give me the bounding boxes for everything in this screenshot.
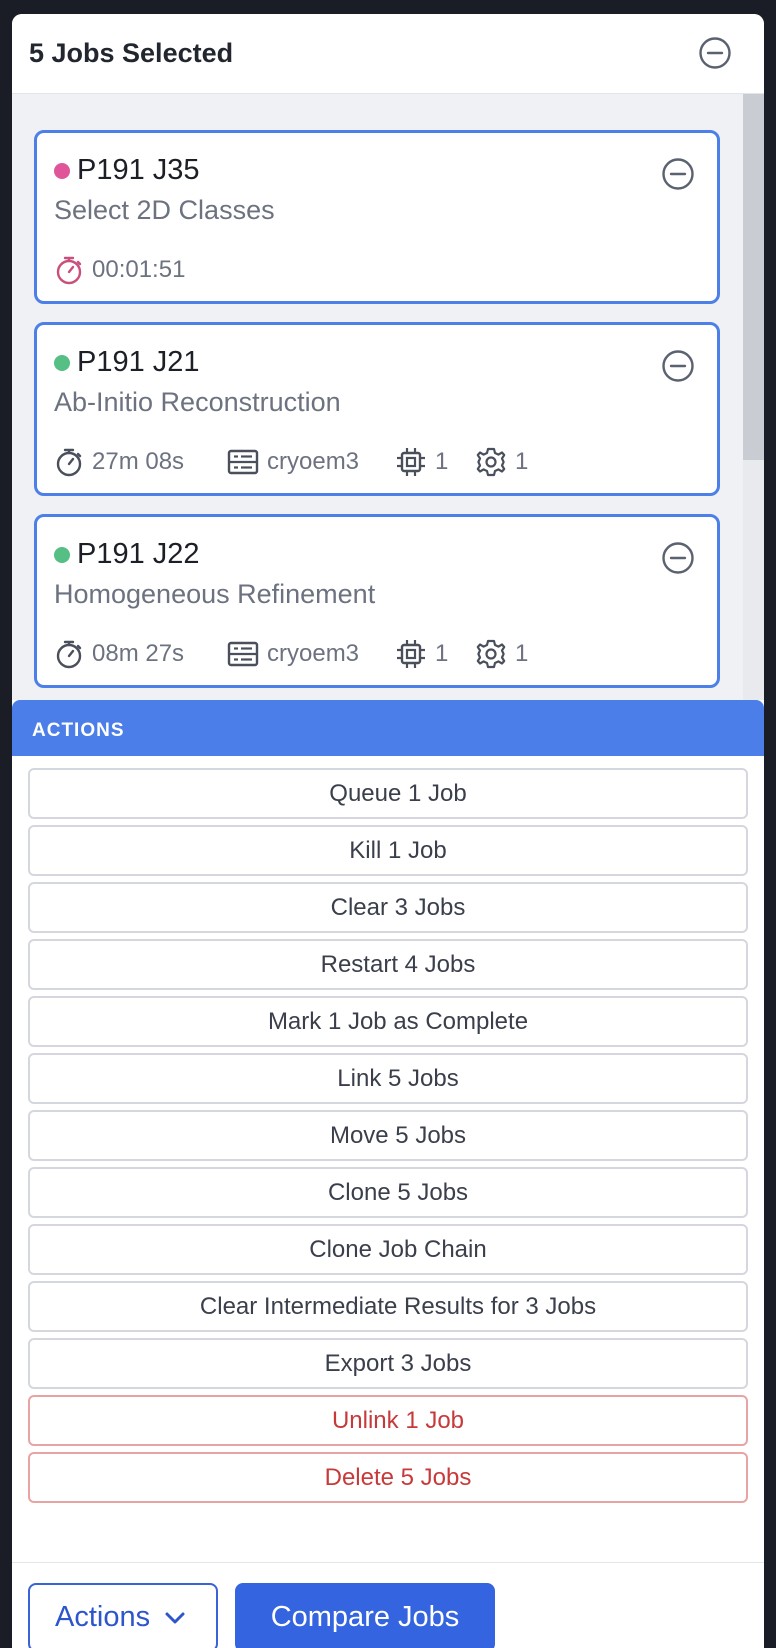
action-button[interactable]: Restart 4 Jobs [28,939,748,990]
server-icon [227,641,259,667]
job-type: Homogeneous Refinement [54,579,376,609]
job-card[interactable]: P191 J22 Homogeneous Refinement 08m 27s [34,514,720,688]
action-button[interactable]: Export 3 Jobs [28,1338,748,1389]
job-id: P191 J22 [77,538,200,570]
status-dot [54,547,70,563]
chevron-down-icon [165,1612,185,1623]
job-lane-value: cryoem3 [267,640,360,667]
remove-job-icon[interactable] [661,157,695,191]
actions-panel: ACTIONS Queue 1 Job Kill 1 Job Clear 3 Job… [12,700,764,1562]
job-gpus-value: 1 [435,448,449,475]
job-time: 00:01:51 [54,253,185,287]
selected-job-list[interactable]: P191 J35 Select 2D Classes 00:01:51 P191… [12,94,764,700]
job-type: Select 2D Classes [54,195,275,225]
status-dot [54,163,70,179]
panel-title: 5 Jobs Selected [29,38,234,68]
job-time: 08m 27s [54,637,184,671]
job-lane-value: cryoem3 [267,448,360,475]
action-button[interactable]: Delete 5 Jobs [28,1452,748,1503]
compare-jobs-button[interactable]: Compare Jobs [235,1583,495,1648]
gear-icon [476,447,506,477]
job-threads-value: 1 [515,640,529,667]
job-lane: cryoem3 [227,637,359,671]
job-time-value: 27m 08s [92,448,185,475]
job-threads: 1 [475,445,528,479]
scrollbar-thumb[interactable] [743,94,764,460]
server-icon [227,449,259,475]
action-button[interactable]: Clear 3 Jobs [28,882,748,933]
job-threads-value: 1 [515,448,529,475]
cpu-icon [397,448,425,476]
stopwatch-icon [56,640,82,669]
job-gpus: 1 [395,445,448,479]
actions-dropdown-button[interactable]: Actions [28,1583,218,1648]
job-id: P191 J21 [77,346,200,378]
job-card[interactable]: P191 J21 Ab-Initio Reconstruction 27m 08… [34,322,720,496]
job-gpus: 1 [395,637,448,671]
action-button[interactable]: Clone Job Chain [28,1224,748,1275]
actions-dropdown-label: Actions [55,1601,151,1633]
job-type: Ab-Initio Reconstruction [54,387,341,417]
action-button[interactable]: Clear Intermediate Results for 3 Jobs [28,1281,748,1332]
job-lane: cryoem3 [227,445,359,479]
action-button[interactable]: Unlink 1 Job [28,1395,748,1446]
panel-header: 5 Jobs Selected [12,14,764,94]
footer-bar: Actions Compare Jobs [12,1562,764,1648]
job-time-value: 08m 27s [92,640,185,667]
job-card[interactable]: P191 J35 Select 2D Classes 00:01:51 [34,130,720,304]
action-button[interactable]: Kill 1 Job [28,825,748,876]
stopwatch-icon [56,256,82,285]
job-time-value: 00:01:51 [92,256,186,283]
actions-header: ACTIONS [12,700,764,756]
action-button[interactable]: Queue 1 Job [28,768,748,819]
job-gpus-value: 1 [435,640,449,667]
remove-job-icon[interactable] [661,541,695,575]
compare-jobs-label: Compare Jobs [270,1601,460,1633]
actions-title: ACTIONS [32,720,125,741]
gear-icon [476,639,506,669]
job-id: P191 J35 [77,154,200,186]
status-dot [54,355,70,371]
action-button[interactable]: Clone 5 Jobs [28,1167,748,1218]
action-button[interactable]: Link 5 Jobs [28,1053,748,1104]
stopwatch-icon [56,448,82,477]
job-time: 27m 08s [54,445,184,479]
cpu-icon [397,640,425,668]
remove-job-icon[interactable] [661,349,695,383]
selected-jobs-panel: 5 Jobs Selected P191 J35 Select 2D Class… [12,14,764,1648]
action-button[interactable]: Mark 1 Job as Complete [28,996,748,1047]
job-threads: 1 [475,637,528,671]
deselect-all-icon[interactable] [698,36,732,70]
action-button[interactable]: Move 5 Jobs [28,1110,748,1161]
